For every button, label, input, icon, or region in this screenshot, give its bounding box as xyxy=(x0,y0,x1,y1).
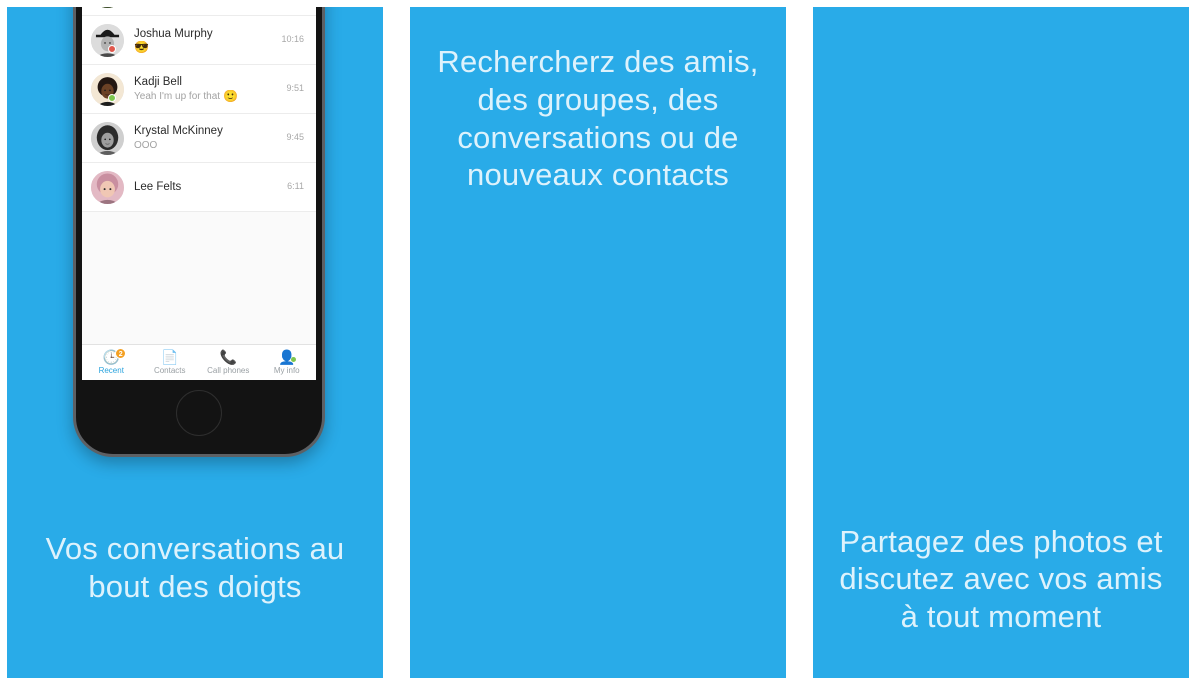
recents-list: Aaron Buxton Ok cool 12:07 11 xyxy=(82,7,316,380)
avatar-kadji-icon xyxy=(91,72,124,106)
list-item-meta: 6:11 xyxy=(287,181,304,193)
clock-icon: 🕒 xyxy=(102,349,120,365)
app-store-screenshot-gallery: Aaron Buxton Ok cool 12:07 11 xyxy=(0,0,1200,685)
person-icon: 👤 xyxy=(278,349,296,365)
phone-icon: 📞 xyxy=(219,349,237,365)
contact-name: Kadji Bell xyxy=(134,76,182,89)
tab-contacts[interactable]: 📄 Contacts xyxy=(141,350,200,375)
preview-text: Yeah I'm up for that xyxy=(134,90,221,102)
list-item-text: Kadji Bell Yeah I'm up for that 🙂 xyxy=(134,75,286,102)
contact-name: Lee Felts xyxy=(134,180,182,193)
list-item[interactable]: Krystal McKinney OOO 9:45 xyxy=(82,114,316,163)
emoji-smile-icon: 🙂 xyxy=(223,89,238,103)
emoji-sunglasses-icon: 😎 xyxy=(134,41,149,54)
bottom-tab-bar: 🕒 2 Recent 📄 Contacts 📞 Call phones 👤 My… xyxy=(82,344,316,380)
list-item-meta: 9:51 xyxy=(286,83,304,95)
list-item-text: Krystal McKinney OOO xyxy=(134,124,286,151)
panel-search: Rechercherz des amis, des groupes, des c… xyxy=(410,7,786,678)
avatar xyxy=(91,23,124,57)
list-item[interactable]: Lee Felts 6:11 xyxy=(82,163,316,212)
list-item[interactable]: Jazmine Simmons 😁 11:05 xyxy=(82,7,316,16)
home-button[interactable] xyxy=(176,390,222,436)
contact-name: Joshua Murphy xyxy=(134,27,213,40)
tab-call-phones[interactable]: 📞 Call phones xyxy=(199,350,258,375)
message-preview: Yeah I'm up for that 🙂 xyxy=(134,90,286,103)
list-item[interactable]: Joshua Murphy 😎 10:16 xyxy=(82,16,316,65)
tab-my-info[interactable]: 👤 My info xyxy=(258,350,317,375)
panel-caption-1: Vos conversations au bout des doigts xyxy=(45,531,345,605)
status-dot-online xyxy=(290,357,296,362)
tab-recent[interactable]: 🕒 2 Recent xyxy=(82,348,141,375)
list-item-text: Joshua Murphy 😎 xyxy=(134,27,281,53)
panel-caption-3: Partagez des photos et discutez avec vos… xyxy=(839,523,1163,635)
timestamp: 9:45 xyxy=(286,132,304,143)
list-item-meta: 10:16 xyxy=(281,34,304,46)
avatar-joshua-icon xyxy=(91,23,124,57)
avatar xyxy=(91,121,124,155)
list-item[interactable]: Kadji Bell Yeah I'm up for that 🙂 9:51 xyxy=(82,65,316,114)
tab-label: Call phones xyxy=(207,366,250,375)
list-item-text: Lee Felts xyxy=(134,180,287,194)
screen-recents: Aaron Buxton Ok cool 12:07 11 xyxy=(82,7,316,380)
status-dot-busy xyxy=(108,44,116,53)
tab-label: My info xyxy=(273,366,300,375)
timestamp: 9:51 xyxy=(286,83,304,94)
timestamp: 10:16 xyxy=(281,34,304,45)
avatar-lee-icon xyxy=(91,170,124,204)
message-preview: 😎 xyxy=(134,41,281,53)
panel-chat: TV. xyxy=(813,7,1189,678)
status-dot-online xyxy=(108,93,116,102)
panel-recents: Aaron Buxton Ok cool 12:07 11 xyxy=(7,7,383,678)
message-preview: OOO xyxy=(134,139,158,151)
panel-caption-2: Rechercherz des amis, des groupes, des c… xyxy=(437,44,759,193)
contact-name: Krystal McKinney xyxy=(134,125,223,138)
tab-label: Recent xyxy=(98,366,124,375)
tab-label: Contacts xyxy=(153,366,186,375)
avatar-jazmine-icon xyxy=(91,7,124,8)
iphone-frame-1: Aaron Buxton Ok cool 12:07 11 xyxy=(73,7,325,457)
avatar xyxy=(91,7,124,8)
avatar xyxy=(91,170,124,204)
avatar xyxy=(91,72,124,106)
contact-card-icon: 📄 xyxy=(161,349,179,365)
timestamp: 6:11 xyxy=(287,181,304,192)
list-item-meta: 9:45 xyxy=(286,132,304,144)
avatar-krystal-icon xyxy=(91,121,124,155)
